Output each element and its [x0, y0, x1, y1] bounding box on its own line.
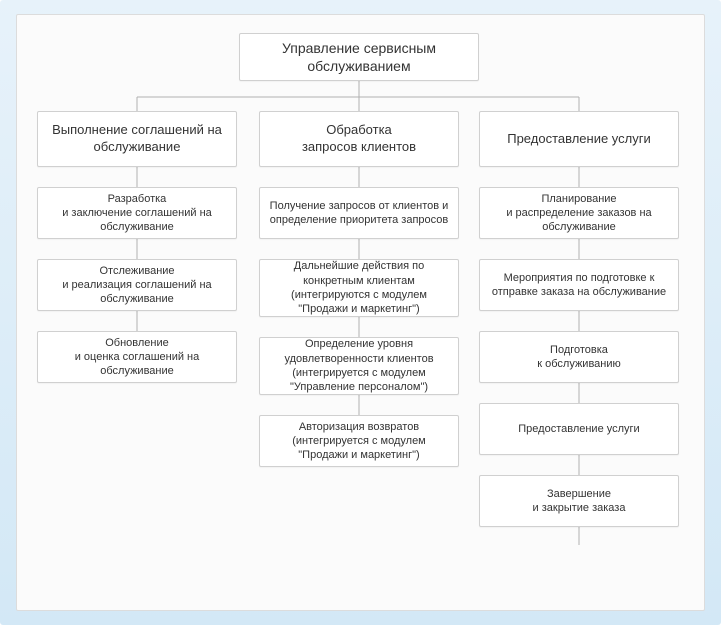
leaf-0-0-label: Разработкаи заключение соглашений на обс…	[46, 192, 228, 235]
leaf-1-3-label: Авторизация возвратов (интегрируется с м…	[268, 420, 450, 463]
leaf-1-0: Получение запросов от клиентов и определ…	[259, 187, 459, 239]
leaf-1-0-label: Получение запросов от клиентов и определ…	[268, 199, 450, 228]
leaf-0-2: Обновлениеи оценка соглашений на обслужи…	[37, 331, 237, 383]
diagram-frame: Управление сервисным обслуживанием Выпол…	[0, 0, 721, 625]
leaf-2-4: Завершениеи закрытие заказа	[479, 475, 679, 527]
root-label: Управление сервисным обслуживанием	[248, 39, 470, 75]
branch-1-label: Обработказапросов клиентов	[302, 122, 416, 156]
branch-1: Обработказапросов клиентов	[259, 111, 459, 167]
branch-2-label: Предоставление услуги	[507, 131, 651, 148]
branch-2: Предоставление услуги	[479, 111, 679, 167]
leaf-2-1-label: Мероприятия по подготовке к отправке зак…	[488, 271, 670, 300]
branch-0: Выполнение соглашений на обслуживание	[37, 111, 237, 167]
leaf-2-2: Подготовкак обслуживанию	[479, 331, 679, 383]
leaf-2-0: Планированиеи распределение заказов на о…	[479, 187, 679, 239]
leaf-1-2: Определение уровня удовлетворенности кли…	[259, 337, 459, 395]
leaf-2-1: Мероприятия по подготовке к отправке зак…	[479, 259, 679, 311]
leaf-1-3: Авторизация возвратов (интегрируется с м…	[259, 415, 459, 467]
branch-0-label: Выполнение соглашений на обслуживание	[46, 122, 228, 156]
leaf-2-0-label: Планированиеи распределение заказов на о…	[488, 192, 670, 235]
leaf-2-4-label: Завершениеи закрытие заказа	[533, 487, 626, 516]
diagram-canvas: Управление сервисным обслуживанием Выпол…	[16, 14, 705, 611]
leaf-0-1-label: Отслеживаниеи реализация соглашений на о…	[46, 264, 228, 307]
leaf-1-1-label: Дальнейшие действия по конкретным клиент…	[268, 259, 450, 316]
leaf-2-3-label: Предоставление услуги	[518, 422, 639, 436]
leaf-1-1: Дальнейшие действия по конкретным клиент…	[259, 259, 459, 317]
leaf-2-3: Предоставление услуги	[479, 403, 679, 455]
root-node: Управление сервисным обслуживанием	[239, 33, 479, 81]
leaf-0-1: Отслеживаниеи реализация соглашений на о…	[37, 259, 237, 311]
leaf-0-0: Разработкаи заключение соглашений на обс…	[37, 187, 237, 239]
leaf-1-2-label: Определение уровня удовлетворенности кли…	[268, 337, 450, 394]
leaf-0-2-label: Обновлениеи оценка соглашений на обслужи…	[46, 336, 228, 379]
leaf-2-2-label: Подготовкак обслуживанию	[537, 343, 621, 372]
